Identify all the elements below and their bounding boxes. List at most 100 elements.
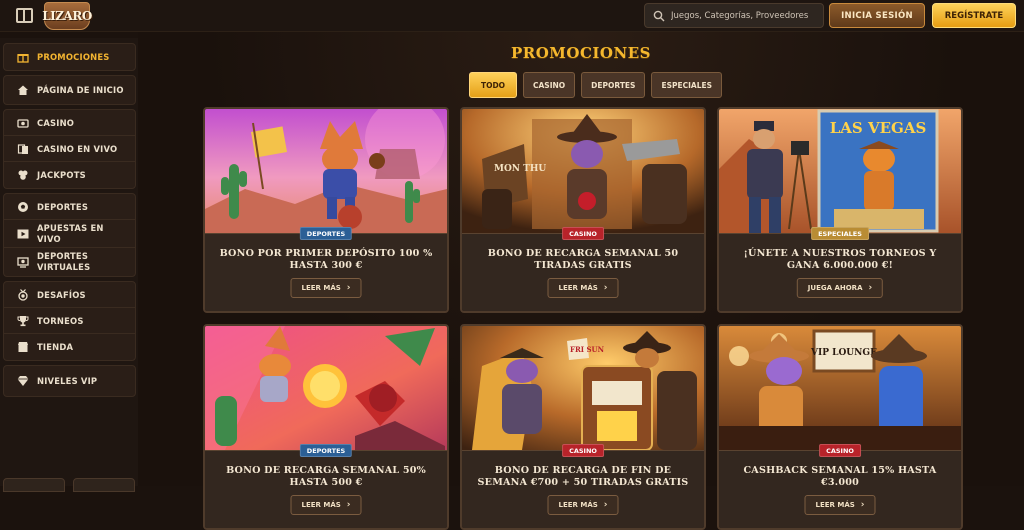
promo-card-panel: CASINO CASHBACK SEMANAL 15% HASTA €3.000… (719, 444, 961, 528)
promo-image-vip-lounge: VIP LOUNGE (719, 326, 961, 450)
chevron-right-icon: › (346, 283, 351, 293)
filter-tab-deportes[interactable]: DEPORTES (581, 72, 646, 98)
shop-icon (17, 341, 29, 353)
sidebar-item-promociones[interactable]: PROMOCIONES (4, 44, 135, 70)
sidebar-item-torneos[interactable]: TORNEOS (4, 308, 135, 334)
soccer-ball-icon (17, 201, 29, 213)
promo-image-slot-machine: FRI SUN (462, 326, 704, 450)
search-icon (653, 10, 665, 21)
sidebar-item-jackpots[interactable]: JACKPOTS (4, 162, 135, 188)
promo-card[interactable]: VIP LOUNGE CASINO CASHBACK SEMANAL 15% H… (717, 324, 963, 530)
promo-card[interactable]: FRI SUN CASINO BONO DE RECARGA DE FIN DE… (460, 324, 706, 530)
filter-tabs: TODO CASINO DEPORTES ESPECIALES (469, 72, 723, 98)
promo-card-panel: DEPORTES BONO DE RECARGA SEMANAL 50% HAS… (205, 444, 447, 528)
chevron-right-icon: › (603, 283, 608, 293)
promo-card-title: BONO POR PRIMER DEPÓSITO 100 % HASTA 300… (219, 248, 433, 271)
top-bar: LIZARO INICIA SESIÓN REGÍSTRATE (0, 0, 1024, 32)
sidebar-item-tienda[interactable]: TIENDA (4, 334, 135, 360)
medal-icon (17, 288, 29, 301)
vip-lounge-sign-text: VIP LOUNGE (810, 348, 877, 358)
promo-card[interactable]: MON THU CASINO BONO DE RECARGA SEMANAL 5… (460, 107, 706, 313)
filter-tab-especiales[interactable]: ESPECIALES (651, 72, 723, 98)
sidebar-item-label: DEPORTES VIRTUALES (37, 251, 91, 272)
read-more-label: LEER MÁS (558, 501, 598, 509)
sidebar-item-apuestas-en-vivo[interactable]: APUESTAS EN VIVO (4, 220, 135, 248)
badge-deportes: DEPORTES (299, 227, 353, 240)
promo-image-cowboy-lizard-desert (205, 109, 447, 233)
chevron-right-icon: › (860, 500, 865, 510)
mon-thu-sign-text: MON THU (494, 164, 546, 174)
sidebar-bottom-buttons (3, 478, 135, 492)
read-more-button[interactable]: LEER MÁS › (547, 278, 619, 298)
promo-card-panel: DEPORTES BONO POR PRIMER DEPÓSITO 100 % … (205, 227, 447, 311)
live-play-icon (17, 228, 29, 240)
sidebar-item-casino[interactable]: CASINO (4, 110, 135, 136)
sidebar-group-home: PÁGINA DE INICIO (3, 75, 136, 105)
trophy-icon (17, 315, 29, 327)
sidebar-group-vip: NIVELES VIP (3, 365, 136, 397)
promo-card-panel: CASINO BONO DE RECARGA SEMANAL 50 TIRADA… (462, 227, 704, 311)
read-more-button[interactable]: LEER MÁS › (804, 495, 876, 515)
sidebar-toggle-icon[interactable] (16, 8, 33, 23)
home-icon (17, 84, 29, 96)
sidebar-item-desafios[interactable]: DESAFÍOS (4, 282, 135, 308)
sidebar-group-promotions: PROMOCIONES (3, 43, 136, 71)
sidebar-item-casino-en-vivo[interactable]: CASINO EN VIVO (4, 136, 135, 162)
promo-card[interactable]: DEPORTES BONO POR PRIMER DEPÓSITO 100 % … (203, 107, 449, 313)
read-more-label: LEER MÁS (815, 501, 855, 509)
sidebar-item-label: CASINO EN VIVO (37, 143, 118, 154)
login-button[interactable]: INICIA SESIÓN (829, 3, 925, 28)
sidebar-item-label: PÁGINA DE INICIO (37, 85, 124, 95)
read-more-button[interactable]: LEER MÁS › (547, 495, 619, 515)
read-more-button[interactable]: LEER MÁS › (290, 278, 362, 298)
sidebar-item-label: DEPORTES (37, 201, 89, 212)
sidebar-group-extras: DESAFÍOS TORNEOS TIENDA (3, 281, 136, 361)
search-box[interactable] (644, 3, 824, 28)
promo-card-panel: CASINO BONO DE RECARGA DE FIN DE SEMANA … (462, 444, 704, 528)
badge-casino: CASINO (819, 444, 861, 457)
play-now-button[interactable]: JUEGA AHORA › (796, 278, 884, 298)
cards-icon (17, 143, 29, 155)
filter-tab-casino[interactable]: CASINO (523, 72, 576, 98)
promo-image-saloon-showdown: MON THU (462, 109, 704, 233)
promo-card-title: BONO DE RECARGA SEMANAL 50% HASTA 500 € (226, 465, 426, 488)
fri-sun-sign-text: FRI SUN (570, 345, 605, 354)
las-vegas-sign-text: LAS VEGAS (830, 119, 927, 137)
virtual-sports-icon (17, 256, 29, 268)
promo-image-flying-lizard (205, 326, 447, 450)
sidebar-item-label: NIVELES VIP (37, 376, 98, 386)
promo-card[interactable]: LAS VEGAS ESPECIALES ¡ÚNETE A NUESTROS T… (717, 107, 963, 313)
chevron-right-icon: › (868, 283, 873, 293)
register-button[interactable]: REGÍSTRATE (932, 3, 1016, 28)
search-input[interactable] (671, 10, 821, 21)
sidebar-item-inicio[interactable]: PÁGINA DE INICIO (4, 76, 135, 104)
read-more-label: LEER MÁS (558, 284, 598, 292)
logo[interactable]: LIZARO (42, 2, 92, 30)
sidebar-bottom-button-left[interactable] (3, 478, 65, 492)
read-more-button[interactable]: LEER MÁS › (290, 495, 362, 515)
filter-tab-todo[interactable]: TODO (469, 72, 517, 98)
sidebar-item-label: TIENDA (37, 342, 74, 352)
sidebar-item-label: PROMOCIONES (37, 52, 110, 62)
badge-deportes: DEPORTES (299, 444, 353, 457)
gift-icon (17, 51, 29, 63)
sidebar-item-label: APUESTAS EN VIVO (37, 222, 104, 244)
sidebar-item-label: CASINO (37, 117, 75, 128)
page-title: PROMOCIONES (511, 44, 651, 62)
sidebar-group-sports: DEPORTES APUESTAS EN VIVO DEPORTES VIRTU… (3, 193, 136, 277)
diamond-icon (17, 375, 29, 387)
read-more-label: LEER MÁS (301, 501, 341, 509)
sidebar-item-deportes-virtuales[interactable]: DEPORTES VIRTUALES (4, 248, 135, 276)
promo-image-las-vegas-billboard: LAS VEGAS (719, 109, 961, 233)
main-content: PROMOCIONES TODO CASINO DEPORTES ESPECIA… (138, 32, 1024, 530)
jackpot-icon (17, 169, 29, 181)
promo-card-title: ¡ÚNETE A NUESTROS TORNEOS Y GANA 6.000.0… (743, 248, 937, 271)
sidebar-item-niveles-vip[interactable]: NIVELES VIP (4, 366, 135, 396)
promo-card[interactable]: DEPORTES BONO DE RECARGA SEMANAL 50% HAS… (203, 324, 449, 530)
badge-casino: CASINO (562, 227, 604, 240)
sidebar-bottom-button-right[interactable] (73, 478, 135, 492)
chevron-right-icon: › (603, 500, 608, 510)
sidebar-item-deportes[interactable]: DEPORTES (4, 194, 135, 220)
sidebar-item-label: JACKPOTS (37, 170, 86, 180)
sidebar-item-label: DESAFÍOS (37, 289, 86, 300)
